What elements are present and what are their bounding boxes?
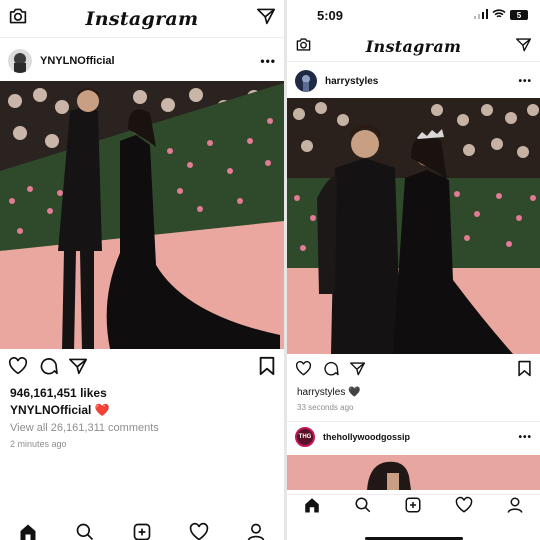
post-separator	[287, 421, 540, 422]
caption: harrystyles 🖤	[297, 387, 532, 398]
share-icon[interactable]	[349, 361, 366, 381]
direct-message-icon[interactable]	[515, 37, 532, 57]
post-header: YNYLNOfficial •••	[0, 42, 284, 80]
caption-username[interactable]: YNYLNOfficial	[10, 403, 91, 417]
status-bar: 5:09 5	[287, 0, 540, 30]
avatar-text: THG	[298, 434, 312, 440]
add-post-icon[interactable]	[132, 522, 152, 540]
heart-icon[interactable]	[295, 361, 312, 381]
next-post-header: THG thehollywoodgossip •••	[287, 424, 540, 450]
post-username[interactable]: YNYLNOfficial	[40, 55, 260, 67]
view-comments-link[interactable]: View all 26,161,311 comments	[10, 422, 276, 434]
like-count[interactable]: 946,161,451 likes	[10, 386, 276, 400]
tab-bar	[0, 522, 284, 540]
post-timestamp: 2 minutes ago	[10, 439, 67, 449]
app-logo: Instagram	[85, 7, 199, 30]
activity-heart-icon[interactable]	[189, 522, 209, 540]
search-icon[interactable]	[354, 496, 372, 519]
activity-heart-icon[interactable]	[455, 496, 473, 519]
post-actions	[0, 354, 284, 382]
comment-icon[interactable]	[322, 361, 339, 381]
post-username[interactable]: thehollywoodgossip	[323, 432, 518, 442]
post-photo[interactable]	[0, 81, 284, 349]
camera-icon[interactable]	[295, 37, 312, 57]
more-options-icon[interactable]: •••	[260, 54, 276, 68]
share-icon[interactable]	[68, 357, 88, 380]
post-details: harrystyles 🖤 33 seconds ago	[297, 387, 532, 412]
battery-icon: 5	[510, 10, 528, 20]
post-timestamp: 33 seconds ago	[297, 403, 354, 412]
search-icon[interactable]	[75, 522, 95, 540]
status-icons: 5	[474, 6, 528, 24]
avatar[interactable]: THG	[295, 427, 315, 447]
more-options-icon[interactable]: •••	[518, 432, 532, 443]
caption: YNYLNOfficial ❤️	[10, 403, 276, 417]
top-bar: Instagram	[287, 32, 540, 62]
home-icon[interactable]	[18, 522, 38, 540]
profile-icon[interactable]	[246, 522, 266, 540]
post-actions	[287, 360, 540, 382]
post-username[interactable]: harrystyles	[325, 76, 518, 87]
signal-icon	[474, 6, 488, 24]
home-icon[interactable]	[303, 496, 321, 519]
post-header: harrystyles •••	[287, 66, 540, 96]
post-details: 946,161,451 likes YNYLNOfficial ❤️ View …	[10, 386, 276, 449]
avatar[interactable]	[295, 70, 317, 92]
status-time: 5:09	[317, 7, 344, 23]
caption-emoji: ❤️	[94, 403, 110, 417]
next-post-photo[interactable]	[287, 455, 540, 490]
post-photo[interactable]	[287, 98, 540, 354]
caption-username[interactable]: harrystyles	[297, 387, 345, 398]
more-options-icon[interactable]: •••	[518, 76, 532, 87]
camera-icon[interactable]	[8, 7, 28, 30]
comment-icon[interactable]	[38, 357, 58, 380]
profile-icon[interactable]	[506, 496, 524, 519]
heart-icon[interactable]	[8, 356, 28, 380]
wifi-icon	[492, 6, 506, 24]
add-post-icon[interactable]	[404, 496, 422, 519]
avatar[interactable]	[8, 49, 32, 73]
app-logo: Instagram	[365, 37, 462, 56]
left-screenshot: Instagram YNYLNOfficial ••• 946,161,451 …	[0, 0, 284, 540]
bookmark-icon[interactable]	[258, 356, 276, 381]
tab-bar	[287, 494, 540, 520]
direct-message-icon[interactable]	[256, 7, 276, 30]
right-screenshot: 5:09 5 Instagram harrystyles ••• harryst…	[287, 0, 540, 540]
top-bar: Instagram	[0, 0, 284, 38]
caption-emoji: 🖤	[348, 387, 361, 398]
bookmark-icon[interactable]	[517, 360, 532, 382]
